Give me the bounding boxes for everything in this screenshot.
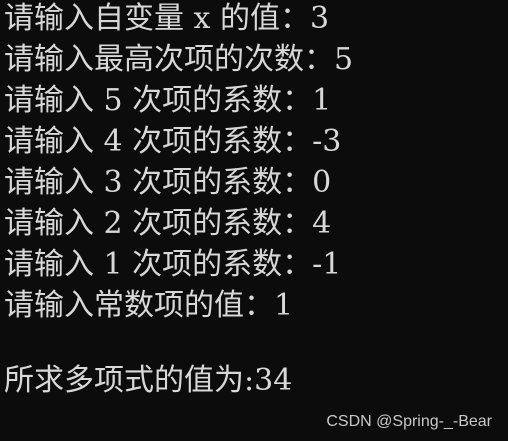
console-line-coef-4: 请输入 4 次项的系数：-3 bbox=[4, 124, 342, 159]
console-line-coef-1: 请输入 1 次项的系数：-1 bbox=[4, 247, 342, 282]
console-window[interactable]: 请输入自变量 x 的值：3 请输入最高次项的次数：5 请输入 5 次项的系数：1… bbox=[0, 0, 508, 441]
console-line-highest-degree: 请输入最高次项的次数：5 bbox=[4, 42, 354, 77]
console-line-coef-3: 请输入 3 次项的系数：0 bbox=[4, 165, 332, 200]
console-line-x-value: 请输入自变量 x 的值：3 bbox=[4, 1, 330, 36]
console-line-coef-5: 请输入 5 次项的系数：1 bbox=[4, 83, 332, 118]
console-line-coef-2: 请输入 2 次项的系数：4 bbox=[4, 206, 332, 241]
csdn-watermark: CSDN @Spring-_-Bear bbox=[326, 413, 492, 430]
console-line-result: 所求多项式的值为:34 bbox=[4, 363, 293, 398]
console-line-constant: 请输入常数项的值：1 bbox=[4, 288, 294, 323]
